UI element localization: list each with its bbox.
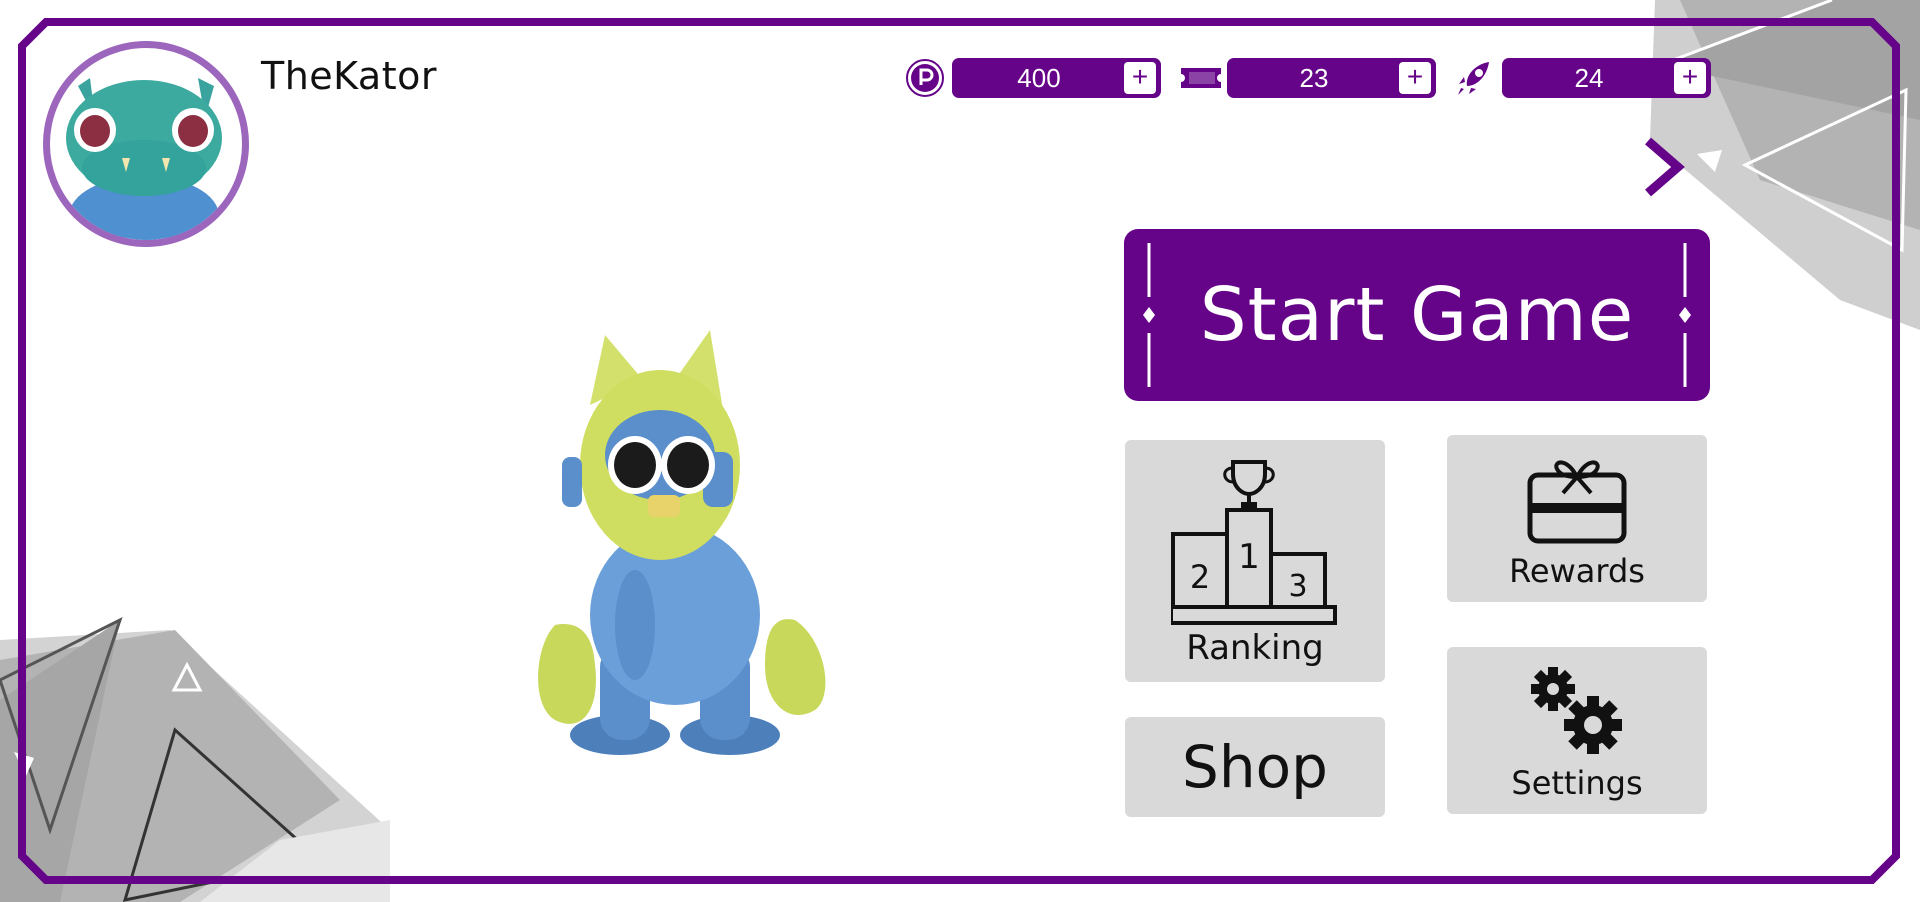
add-tickets-button[interactable]: + — [1399, 62, 1431, 94]
rocket-icon — [1458, 62, 1489, 95]
ranking-button[interactable]: 1 2 3 Ranking — [1125, 440, 1385, 682]
currency-rockets-value: 24 — [1574, 63, 1604, 93]
podium-second-label: 2 — [1190, 558, 1210, 596]
gears-icon — [1531, 667, 1622, 754]
podium-trophy-icon: 1 2 3 — [1171, 460, 1337, 625]
add-points-button[interactable]: + — [1124, 62, 1156, 94]
coin-p-icon — [906, 59, 944, 97]
start-game-label: Start Game — [1199, 272, 1635, 358]
character-model — [538, 330, 826, 755]
currency-points: 400 + — [905, 58, 1161, 100]
gift-card-icon — [1527, 460, 1627, 544]
chevron-right-icon[interactable] — [1640, 135, 1686, 199]
start-game-button[interactable]: Start Game — [1124, 229, 1710, 401]
currency-rockets: 24 + — [1455, 58, 1711, 100]
currency-points-box: 400 + — [952, 58, 1161, 98]
player-name: TheKator — [261, 54, 437, 98]
ranking-label: Ranking — [1186, 628, 1324, 668]
ticket-icon — [1180, 68, 1222, 88]
currency-tickets-box: 23 + — [1227, 58, 1436, 98]
shop-label: Shop — [1182, 733, 1328, 801]
currency-points-value: 400 — [1017, 63, 1061, 93]
settings-button[interactable]: Settings — [1447, 647, 1707, 814]
currency-rockets-box: 24 + — [1502, 58, 1711, 98]
podium-third-label: 3 — [1288, 569, 1307, 604]
rewards-label: Rewards — [1509, 552, 1645, 590]
monster-portrait — [66, 78, 222, 240]
currency-tickets: 23 + — [1180, 58, 1436, 100]
podium-first-label: 1 — [1238, 537, 1260, 577]
shop-button[interactable]: Shop — [1125, 717, 1385, 817]
player-avatar[interactable] — [43, 41, 249, 247]
settings-label: Settings — [1511, 764, 1643, 802]
add-rockets-button[interactable]: + — [1674, 62, 1706, 94]
currency-tickets-value: 23 — [1299, 63, 1329, 93]
rewards-button[interactable]: Rewards — [1447, 435, 1707, 602]
